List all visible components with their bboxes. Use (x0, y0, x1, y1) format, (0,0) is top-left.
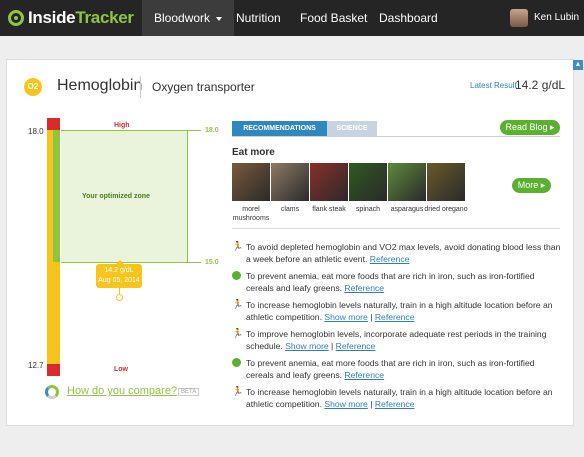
section-divider (232, 228, 560, 229)
biomarker-title: Hemoglobin (57, 77, 143, 94)
show-more-link[interactable]: Show more (285, 341, 328, 351)
recommendation-body: To prevent anemia, eat more foods that a… (246, 358, 535, 380)
tab-science[interactable]: SCIENCE (327, 121, 377, 136)
tab-recommendations[interactable]: RECOMMENDATIONS (232, 121, 327, 136)
gauge-tick-high: 18.0 (28, 127, 44, 136)
reference-link[interactable]: Reference (375, 312, 415, 322)
show-more-link[interactable]: Show more (324, 399, 367, 409)
reference-link[interactable]: Reference (375, 399, 415, 409)
eat-more-heading: Eat more (232, 147, 275, 158)
food-label: dried oregano (424, 206, 468, 213)
zone-bottom-value: 15.0 (205, 259, 219, 266)
latest-result-value: 14.2 g/dL (515, 78, 566, 92)
compare-link[interactable]: How do you compare? (67, 385, 177, 397)
recommendation-body: To prevent anemia, eat more foods that a… (246, 271, 535, 293)
gauge-low-band (47, 364, 60, 376)
compare-pie-icon[interactable] (45, 385, 59, 399)
result-marker[interactable] (116, 294, 123, 301)
zone-top-line (61, 130, 201, 131)
tab-divider (232, 136, 560, 137)
insidetracker-logo[interactable]: InsideTracker (8, 6, 134, 30)
latest-result-label: Latest Result (470, 81, 517, 90)
logo-text: InsideTracker (28, 8, 134, 27)
more-foods-button[interactable]: More ▸ (512, 178, 551, 193)
optimized-zone-label: Your optimized zone (82, 193, 150, 200)
reference-link[interactable]: Reference (344, 283, 384, 293)
scroll-up-icon[interactable]: ▲ (573, 60, 583, 70)
recommendation-text: To prevent anemia, eat more foods that a… (246, 357, 562, 381)
running-icon: 🏃 (232, 241, 244, 251)
nav-nutrition[interactable]: Nutrition (236, 0, 281, 36)
chevron-down-icon (216, 16, 223, 21)
reference-link[interactable]: Reference (336, 341, 376, 351)
biomarker-subtitle: Oxygen transporter (152, 80, 255, 94)
food-image[interactable] (310, 163, 348, 201)
gauge-tick-low: 12.7 (28, 361, 44, 370)
nav-bloodwork[interactable]: Bloodwork (142, 0, 235, 36)
running-icon: 🏃 (232, 386, 244, 396)
zone-bottom-line (61, 262, 201, 263)
avatar[interactable] (510, 9, 528, 27)
result-tooltip: 14.2 g/dL Aug 05, 2014 (96, 260, 142, 288)
apple-icon (232, 358, 241, 367)
recommendation-text: To improve hemoglobin levels, incorporat… (246, 329, 547, 351)
user-name[interactable]: Ken Lubin (534, 0, 579, 36)
tooltip-date: Aug 05, 2014 (98, 277, 140, 284)
logo-drop-icon (8, 10, 24, 26)
apple-icon (232, 271, 241, 280)
gauge-optimized-band (53, 130, 60, 262)
title-divider (140, 76, 141, 98)
tooltip-value: 14.2 g/dL (104, 267, 134, 274)
nav-food-basket[interactable]: Food Basket (300, 0, 367, 36)
food-image[interactable] (232, 163, 270, 201)
recommendation-text: To increase hemoglobin levels naturally,… (246, 300, 553, 322)
running-icon: 🏃 (232, 299, 244, 309)
top-nav: InsideTracker Bloodwork Nutrition Food B… (0, 0, 584, 36)
high-label: High (114, 122, 130, 129)
show-more-link[interactable]: Show more (324, 312, 367, 322)
food-image[interactable] (349, 163, 387, 201)
food-image[interactable] (271, 163, 309, 201)
reference-link[interactable]: Reference (344, 370, 384, 380)
reference-link[interactable]: Reference (370, 254, 410, 264)
nav-dashboard[interactable]: Dashboard (379, 0, 438, 36)
oxygen-badge-icon: O2 (24, 78, 42, 96)
read-blog-button[interactable]: Read Blog ▸ (500, 120, 560, 135)
food-image[interactable] (388, 163, 426, 201)
food-image[interactable] (427, 163, 465, 201)
low-label: Low (114, 366, 128, 373)
gauge-high-band (47, 118, 60, 130)
recommendation-text: To increase hemoglobin levels naturally,… (246, 387, 553, 409)
running-icon: 🏃 (232, 328, 244, 338)
recommendation-text: To avoid depleted hemoglobin and VO2 max… (246, 241, 562, 265)
zone-top-value: 18.0 (205, 127, 219, 134)
beta-badge: BETA (178, 388, 200, 396)
recommendation-text: To prevent anemia, eat more foods that a… (246, 270, 562, 294)
